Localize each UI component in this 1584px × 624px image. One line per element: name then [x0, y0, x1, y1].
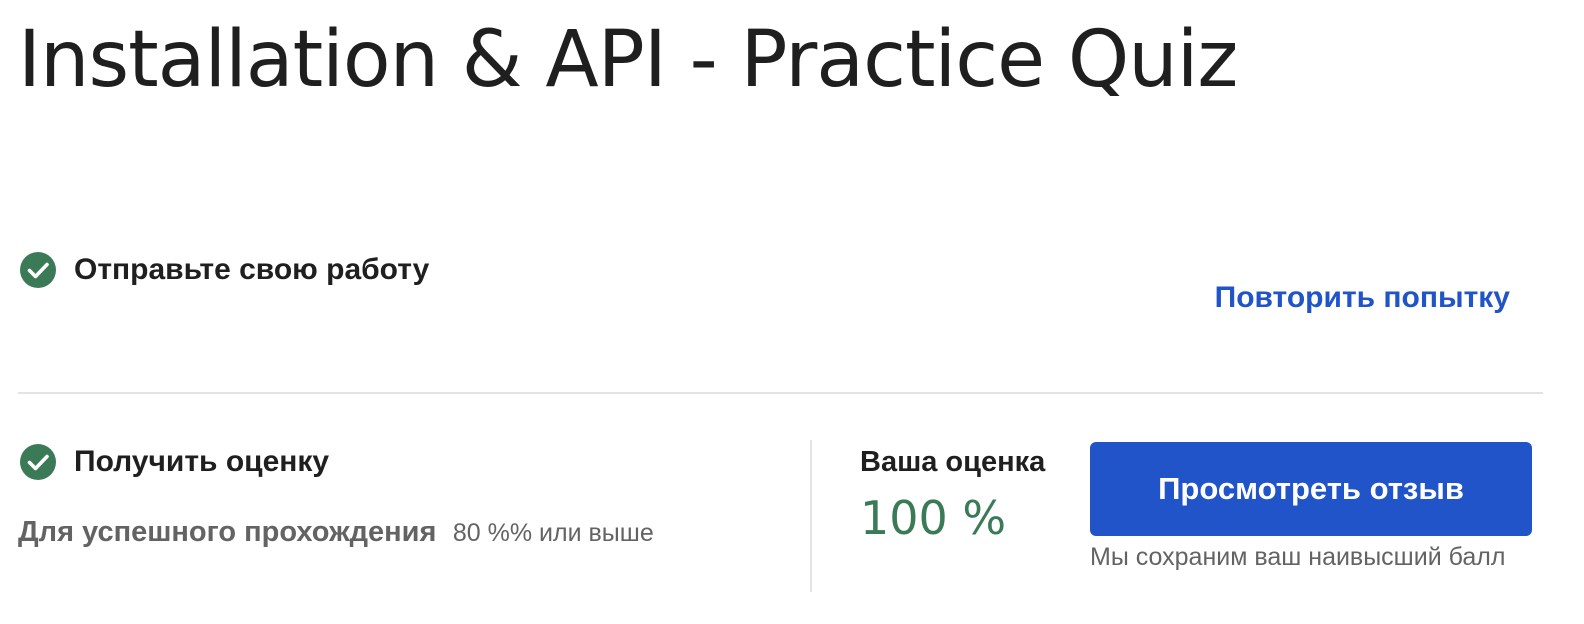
- passing-requirement: Для успешного прохождения 80 %% или выше: [18, 516, 654, 549]
- your-grade-label: Ваша оценка: [860, 446, 1046, 478]
- view-feedback-button[interactable]: Просмотреть отзыв: [1090, 442, 1532, 536]
- submit-step-title: Отправьте свою работу: [74, 253, 430, 286]
- column-divider: [810, 440, 812, 592]
- grade-step-title: Получить оценку: [74, 445, 330, 478]
- passing-value: 80 %% или выше: [452, 519, 654, 547]
- your-grade-value: 100 %: [860, 491, 1007, 545]
- check-circle-icon: [20, 252, 56, 288]
- page-title: Installation & API - Practice Quiz: [18, 15, 1238, 105]
- highest-score-note: Мы сохраним ваш наивысший балл: [1090, 543, 1506, 571]
- section-divider: [18, 392, 1543, 394]
- retry-button[interactable]: Повторить попытку: [1215, 280, 1510, 316]
- passing-label: Для успешного прохождения: [18, 516, 437, 548]
- check-circle-icon: [20, 444, 56, 480]
